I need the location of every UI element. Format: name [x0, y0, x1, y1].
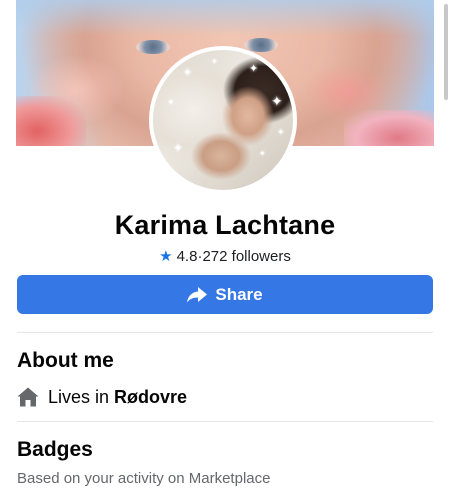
about-me-heading: About me: [17, 349, 114, 372]
profile-avatar-photo: ✦ ✦ ✦ ✦ ✦ ✦ ✦ ✦: [153, 50, 293, 190]
sparkle-icon: ✦: [183, 67, 193, 79]
sparkle-icon: ✦: [277, 127, 285, 137]
badges-subtitle: Based on your activity on Marketplace: [17, 470, 271, 487]
share-button[interactable]: Share: [17, 275, 433, 314]
scrollbar[interactable]: [444, 4, 448, 100]
badges-heading: Badges: [17, 438, 93, 461]
lives-in-row: Lives in Rødovre: [17, 385, 187, 409]
profile-avatar[interactable]: ✦ ✦ ✦ ✦ ✦ ✦ ✦ ✦: [149, 46, 297, 194]
cover-photo-left-eye: [136, 40, 170, 54]
cover-photo-shirt-left: [16, 96, 86, 146]
marketplace-profile-page: ✦ ✦ ✦ ✦ ✦ ✦ ✦ ✦ Karima Lachtane ★ 4.8·272…: [0, 0, 450, 500]
sparkle-icon: ✦: [167, 97, 175, 107]
divider: [17, 421, 433, 422]
lives-in-city[interactable]: Rødovre: [114, 387, 187, 408]
sparkle-icon: ✦: [271, 93, 283, 109]
home-icon: [17, 387, 39, 407]
cover-photo-shirt-right: [344, 110, 434, 146]
cover-photo-hair: [16, 0, 434, 36]
rating-followers-row: ★ 4.8·272 followers: [0, 247, 450, 265]
lives-in-label: Lives in: [48, 386, 110, 407]
divider: [17, 332, 433, 333]
sparkle-icon: ✦: [173, 141, 184, 155]
star-icon: ★: [159, 248, 173, 265]
share-arrow-icon: [187, 286, 208, 302]
share-button-label: Share: [215, 284, 263, 304]
rating-value: 4.8: [176, 248, 198, 265]
sparkle-icon: ✦: [249, 63, 259, 75]
sparkle-icon: ✦: [259, 149, 266, 158]
sparkle-icon: ✦: [211, 57, 218, 66]
followers-count[interactable]: 272 followers: [202, 248, 290, 265]
profile-name: Karima Lachtane: [114, 210, 336, 240]
